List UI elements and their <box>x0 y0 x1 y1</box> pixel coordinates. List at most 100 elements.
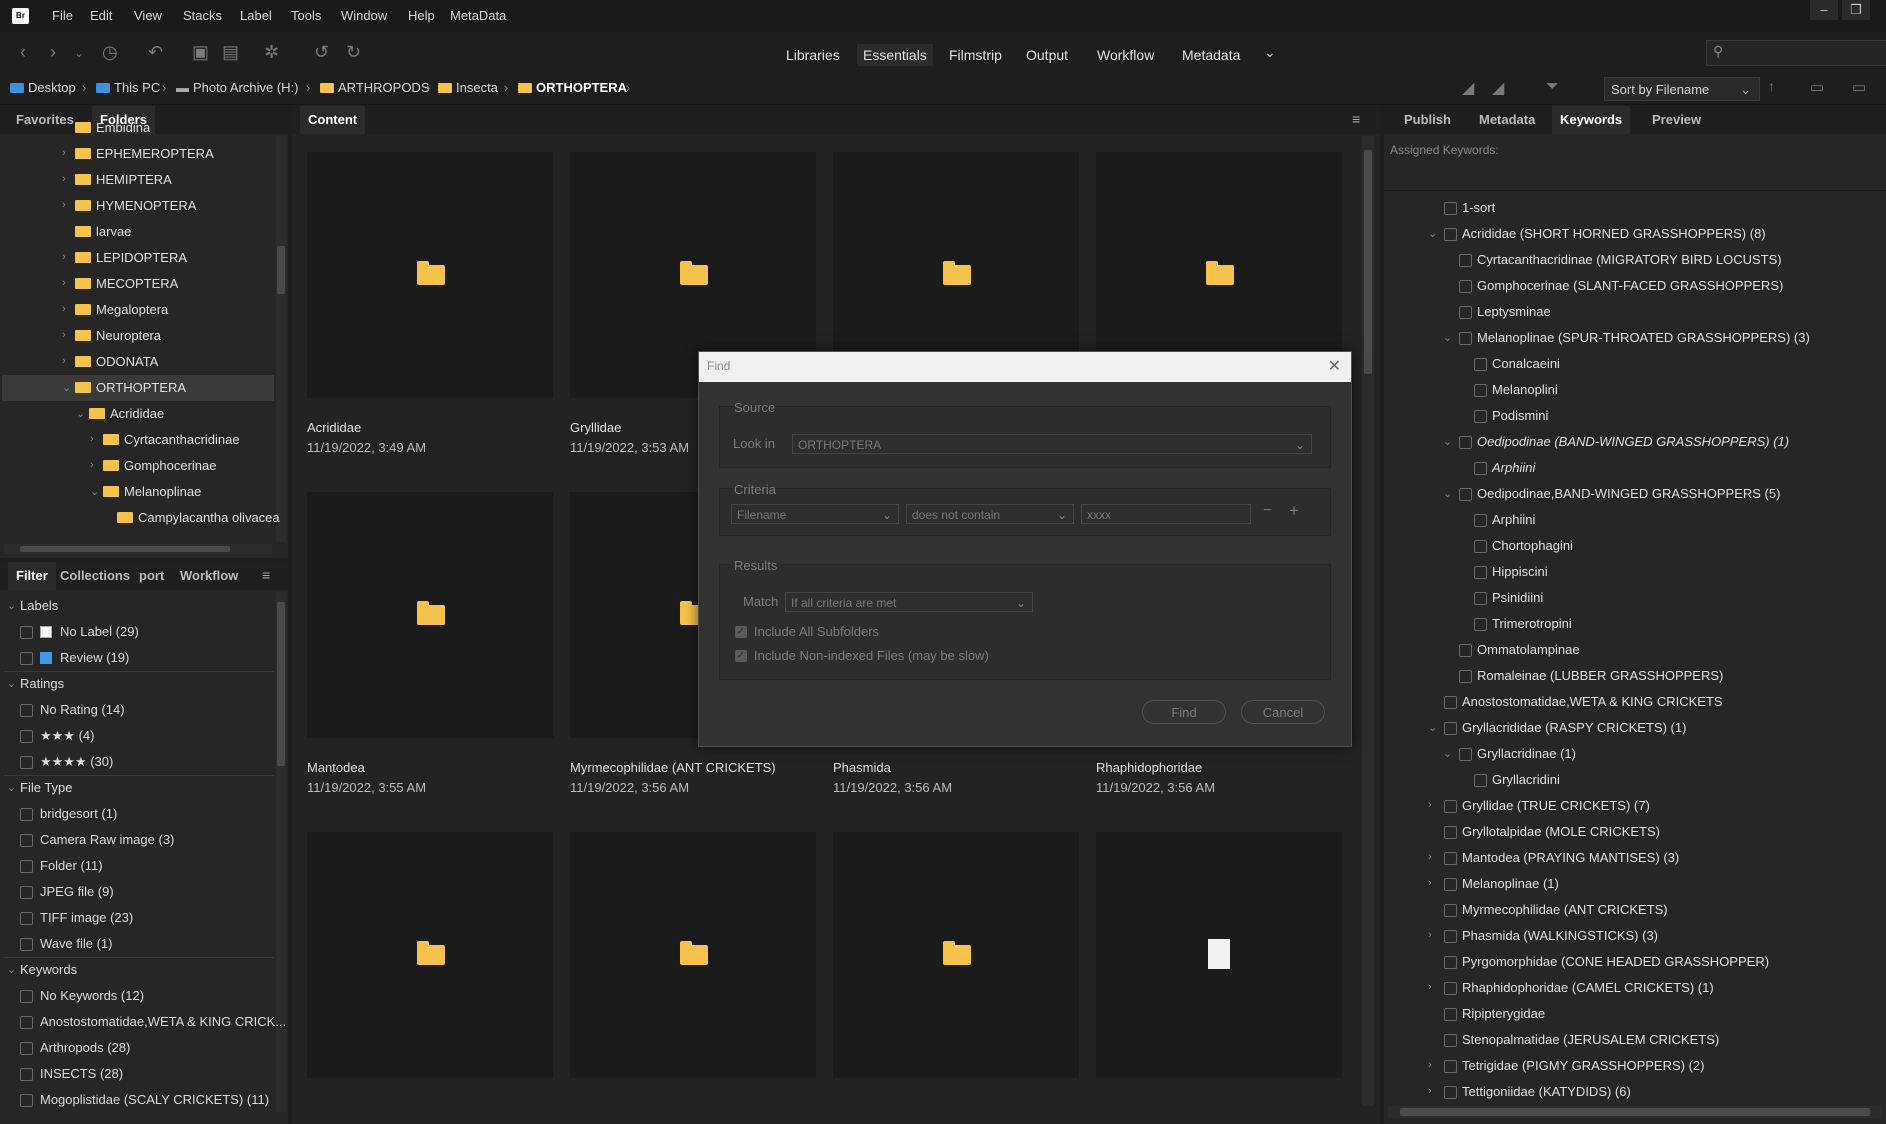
keyword-checkbox[interactable] <box>1474 358 1487 371</box>
keyword-checkbox[interactable] <box>1474 774 1487 787</box>
chevron-down-icon[interactable]: ⌄ <box>62 381 71 394</box>
criteria-value-input[interactable]: xxxx <box>1081 504 1251 524</box>
chevron-right-icon[interactable]: › <box>62 173 66 185</box>
keyword-checkbox[interactable] <box>1459 644 1472 657</box>
menu-view[interactable]: View <box>134 8 162 23</box>
chevron-down-icon[interactable]: ⌄ <box>1443 487 1452 500</box>
keyword-checkbox[interactable] <box>1459 436 1472 449</box>
filter-checkbox[interactable] <box>20 1094 33 1107</box>
filter-checkbox[interactable] <box>20 1068 33 1081</box>
content-scrollbar[interactable] <box>1362 136 1374 1106</box>
include-subfolders-checkbox[interactable]: ✓ <box>735 626 747 638</box>
quality-icon[interactable]: ◢ <box>1462 78 1474 98</box>
filter-checkbox[interactable] <box>20 912 33 925</box>
tab-workflow[interactable]: Workflow <box>172 562 246 590</box>
keyword-checkbox[interactable] <box>1474 462 1487 475</box>
history-dropdown-icon[interactable]: ⌄ <box>74 46 84 60</box>
menu-stacks[interactable]: Stacks <box>183 8 222 23</box>
recent-icon[interactable]: ◷ <box>102 42 118 63</box>
chevron-down-icon[interactable]: ⌄ <box>7 677 16 690</box>
thumbnail[interactable] <box>307 832 553 1078</box>
rotate-right-icon[interactable]: ↻ <box>346 42 361 63</box>
filter-checkbox[interactable] <box>20 834 33 847</box>
keyword-checkbox[interactable] <box>1459 254 1472 267</box>
folders-hscrollbar[interactable] <box>4 544 272 554</box>
workspace-essentials[interactable]: Essentials <box>857 44 933 66</box>
crumb-this-pc[interactable]: This PC <box>96 80 160 95</box>
quality-options-icon[interactable]: ◢ <box>1492 78 1504 98</box>
keyword-checkbox[interactable] <box>1444 696 1457 709</box>
match-select[interactable]: If all criteria are met ⌄ <box>785 592 1033 612</box>
find-button[interactable]: Find <box>1142 700 1226 724</box>
cancel-button[interactable]: Cancel <box>1241 700 1325 724</box>
keyword-checkbox[interactable] <box>1459 280 1472 293</box>
scroll-thumb[interactable] <box>1364 150 1372 374</box>
panel-menu-icon[interactable]: ≡ <box>1352 111 1360 127</box>
restore-icon[interactable]: ❐ <box>1842 0 1870 20</box>
folder-icon[interactable]: ▭ <box>1852 78 1866 96</box>
filter-checkbox[interactable] <box>20 756 33 769</box>
chevron-right-icon[interactable]: › <box>90 459 94 471</box>
back-icon[interactable]: ‹ <box>20 42 26 63</box>
thumbnail[interactable] <box>833 832 1079 1078</box>
chevron-right-icon[interactable]: › <box>62 355 66 367</box>
keyword-checkbox[interactable] <box>1444 202 1457 215</box>
sort-ascending-icon[interactable]: ↑ <box>1768 78 1775 94</box>
menu-file[interactable]: File <box>52 8 73 23</box>
filter-checkbox[interactable] <box>20 990 33 1003</box>
include-nonindexed-checkbox[interactable]: ✓ <box>735 650 747 662</box>
criteria-operator-select[interactable]: does not contain ⌄ <box>906 504 1074 524</box>
filter-checkbox[interactable] <box>20 808 33 821</box>
menu-help[interactable]: Help <box>408 8 435 23</box>
tab-port[interactable]: port <box>131 562 172 590</box>
keyword-checkbox[interactable] <box>1444 826 1457 839</box>
chevron-right-icon[interactable]: › <box>62 251 66 263</box>
chevron-down-icon[interactable]: ⌄ <box>1428 227 1437 240</box>
thumbnail[interactable] <box>570 832 816 1078</box>
keyword-checkbox[interactable] <box>1444 904 1457 917</box>
keyword-checkbox[interactable] <box>1444 800 1457 813</box>
tab-publish[interactable]: Publish <box>1396 106 1459 134</box>
open-recent-icon[interactable]: ✲ <box>264 42 279 63</box>
keyword-checkbox[interactable] <box>1474 384 1487 397</box>
keyword-checkbox[interactable] <box>1444 1060 1457 1073</box>
chevron-down-icon[interactable]: ⌄ <box>7 781 16 794</box>
tab-keywords[interactable]: Keywords <box>1552 106 1631 134</box>
remove-criteria-icon[interactable]: − <box>1263 502 1272 520</box>
add-criteria-icon[interactable]: + <box>1289 501 1299 521</box>
keyword-checkbox[interactable] <box>1444 982 1457 995</box>
keyword-checkbox[interactable] <box>1444 852 1457 865</box>
chevron-down-icon[interactable]: ⌄ <box>1428 721 1437 734</box>
keyword-checkbox[interactable] <box>1459 306 1472 319</box>
search-input[interactable]: ⚲ <box>1706 40 1886 66</box>
hscroll-thumb[interactable] <box>20 546 230 552</box>
keyword-checkbox[interactable] <box>1459 670 1472 683</box>
keyword-checkbox[interactable] <box>1474 618 1487 631</box>
workspace-metadata[interactable]: Metadata <box>1176 44 1246 66</box>
menu-label[interactable]: Label <box>240 8 272 23</box>
tab-preview[interactable]: Preview <box>1644 106 1709 134</box>
tab-collections[interactable]: Collections <box>52 562 138 590</box>
criteria-field-select[interactable]: Filename ⌄ <box>731 504 899 524</box>
close-icon[interactable]: ✕ <box>1328 356 1341 376</box>
folders-scrollbar[interactable] <box>276 136 286 542</box>
keyword-checkbox[interactable] <box>1474 566 1487 579</box>
scroll-thumb[interactable] <box>277 246 285 294</box>
crumb-photo-archive[interactable]: ▬ Photo Archive (H:) <box>176 80 299 95</box>
filter-checkbox[interactable] <box>20 626 33 639</box>
dialog-titlebar[interactable]: Find ✕ <box>699 352 1351 382</box>
forward-icon[interactable]: › <box>50 42 56 63</box>
thumbnail[interactable] <box>307 492 553 738</box>
menu-window[interactable]: Window <box>341 8 387 23</box>
filter-checkbox[interactable] <box>20 938 33 951</box>
keyword-checkbox[interactable] <box>1444 878 1457 891</box>
menu-edit[interactable]: Edit <box>90 8 112 23</box>
tab-filter[interactable]: Filter <box>8 562 56 590</box>
keyword-checkbox[interactable] <box>1474 592 1487 605</box>
new-folder-icon[interactable]: ▭ <box>1810 78 1824 96</box>
keywords-hscrollbar[interactable] <box>1388 1106 1882 1118</box>
rotate-left-icon[interactable]: ↺ <box>314 42 329 63</box>
keyword-checkbox[interactable] <box>1444 722 1457 735</box>
crumb-orthoptera[interactable]: ORTHOPTERA <box>518 80 627 95</box>
filter-section-title[interactable]: Ratings <box>20 676 64 691</box>
